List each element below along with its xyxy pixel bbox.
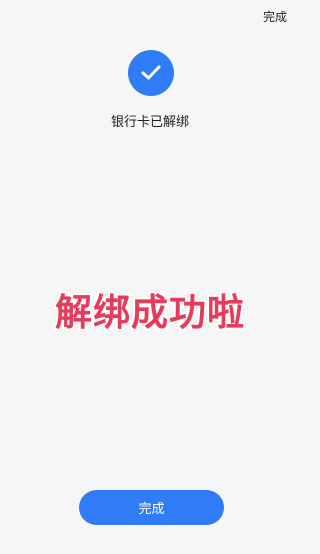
checkmark-icon [141,65,161,80]
done-button[interactable]: 完成 [79,490,224,525]
top-done-button[interactable]: 完成 [263,8,287,25]
overlay-caption: 解绑成功啦 [55,291,245,334]
success-check-badge [128,50,174,96]
unbind-status-text: 银行卡已解绑 [110,115,189,130]
